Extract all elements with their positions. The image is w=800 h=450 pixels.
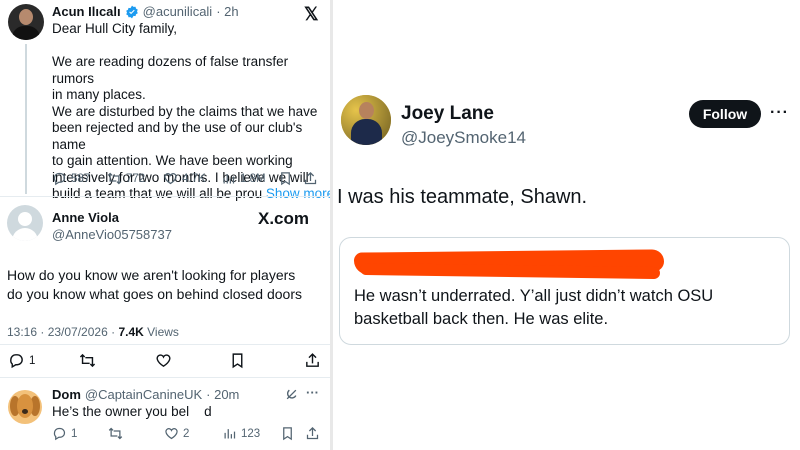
reply-icon bbox=[10, 354, 23, 369]
avatar-anne[interactable] bbox=[7, 205, 43, 241]
reply-button[interactable]: 587 bbox=[52, 171, 90, 186]
repost-button[interactable]: 772 bbox=[107, 171, 145, 186]
tweet-time: · 2h bbox=[216, 4, 239, 19]
bookmark-button[interactable] bbox=[280, 426, 295, 441]
quote-line: basketball back then. He was elite. bbox=[354, 310, 609, 328]
tweet-line: We are reading dozens of false transfer … bbox=[52, 54, 289, 86]
repost-count: 772 bbox=[126, 172, 146, 185]
tweet-line: do you know what goes on behind closed d… bbox=[7, 286, 302, 302]
reply-count: 1 bbox=[29, 354, 36, 367]
author-name[interactable]: Dom bbox=[52, 387, 81, 402]
like-button[interactable]: 4.7K bbox=[163, 171, 206, 186]
bookmark-icon bbox=[283, 427, 292, 441]
views-chart-icon bbox=[224, 429, 236, 439]
verified-icon bbox=[125, 5, 138, 18]
tweet3-header: Dom @CaptainCanineUK · 20m bbox=[52, 387, 239, 402]
divider bbox=[0, 196, 330, 197]
heart-icon bbox=[156, 354, 171, 368]
share-icon bbox=[306, 353, 319, 367]
tweet-line: in many places. bbox=[52, 87, 146, 102]
tweet-line: been rejected and by the use of our club… bbox=[52, 120, 303, 152]
bookmark-icon bbox=[281, 172, 290, 186]
share-icon bbox=[306, 426, 319, 440]
reply-count: 1 bbox=[71, 427, 78, 440]
right-screenshot: Joey Lane @JoeySmoke14 Follow ··· I was … bbox=[333, 0, 800, 450]
author-name[interactable]: Acun Ilıcalı bbox=[52, 4, 121, 19]
tweet-date: 13:16 · 23/07/2026 · bbox=[7, 325, 116, 339]
follow-button[interactable]: Follow bbox=[689, 100, 761, 128]
tweet-line-text: build a team that we will all be prou bbox=[52, 186, 263, 201]
share-button[interactable] bbox=[304, 352, 321, 369]
like-button[interactable] bbox=[155, 352, 172, 369]
grok-icon[interactable] bbox=[285, 388, 298, 401]
reply-count: 587 bbox=[71, 172, 91, 185]
avatar-joey[interactable] bbox=[341, 95, 391, 145]
views-count: 123 bbox=[241, 427, 261, 440]
author-handle[interactable]: @AnneVio05758737 bbox=[52, 227, 172, 242]
tweet-line: How do you know we aren't looking for pl… bbox=[7, 267, 296, 283]
tweet-text: I was his teammate, Shawn. bbox=[337, 186, 588, 208]
repost-button[interactable] bbox=[79, 352, 96, 369]
tweet-time: · 20m bbox=[206, 387, 240, 402]
share-button[interactable] bbox=[305, 426, 320, 441]
divider bbox=[0, 377, 330, 378]
tweet1-header: Acun Ilıcalı @acunilicali · 2h bbox=[52, 4, 239, 19]
reply-icon bbox=[53, 172, 66, 186]
tweet-line: We are disturbed by the claims that we h… bbox=[52, 103, 318, 119]
left-screenshot: Acun Ilıcalı @acunilicali · 2h 𝕏 Dear Hu… bbox=[0, 0, 334, 450]
bookmark-button[interactable] bbox=[229, 352, 246, 369]
avatar-dom[interactable] bbox=[8, 390, 42, 424]
repost-button[interactable] bbox=[108, 426, 123, 441]
tweet2-header: Anne Viola @AnneVio05758737 bbox=[52, 210, 172, 242]
like-count: 4.7K bbox=[182, 172, 206, 185]
repost-icon bbox=[79, 353, 96, 368]
tweet-line: build a team that we will all be prou Sh… bbox=[52, 186, 334, 203]
divider bbox=[0, 344, 330, 345]
views-count: 1.8M bbox=[240, 172, 266, 185]
views-chart-icon bbox=[223, 174, 235, 184]
heart-icon bbox=[165, 428, 178, 440]
author-handle[interactable]: @acunilicali bbox=[143, 4, 213, 19]
views-count: 7.4K bbox=[118, 325, 144, 339]
author-name[interactable]: Anne Viola bbox=[52, 210, 172, 225]
like-button[interactable]: 2 bbox=[164, 426, 189, 441]
quoted-tweet-body: He wasn’t underrated. Y’all just didn’t … bbox=[354, 285, 713, 331]
views-button[interactable]: 1.8M bbox=[221, 171, 266, 186]
avatar-acun[interactable] bbox=[8, 4, 44, 40]
share-icon bbox=[304, 171, 317, 185]
tweet-timestamp: 13:16 · 23/07/2026 · 7.4K Views bbox=[7, 325, 179, 339]
tweet-line: to gain attention. We have been working bbox=[52, 153, 293, 168]
quote-line: He wasn’t underrated. Y’all just didn’t … bbox=[354, 287, 714, 305]
reply-button[interactable]: 1 bbox=[52, 426, 77, 441]
quoted-tweet[interactable]: He wasn’t underrated. Y’all just didn’t … bbox=[339, 237, 790, 345]
reply-button[interactable]: 1 bbox=[8, 352, 35, 369]
tweet3-body: He’s the owner you bel d bbox=[52, 404, 212, 419]
show-more-link[interactable]: Show more bbox=[266, 186, 334, 201]
reply-icon bbox=[53, 427, 66, 441]
views-label: Views bbox=[147, 325, 179, 339]
views-button[interactable]: 123 bbox=[222, 426, 260, 441]
more-icon[interactable]: ··· bbox=[306, 385, 319, 400]
like-count: 2 bbox=[183, 427, 190, 440]
tweet-line: Dear Hull City family, bbox=[52, 21, 178, 36]
xcom-watermark: X.com bbox=[258, 209, 310, 228]
repost-icon bbox=[107, 172, 122, 185]
share-button[interactable] bbox=[303, 171, 318, 186]
author-name[interactable]: Joey Lane bbox=[401, 103, 494, 125]
bookmark-button[interactable] bbox=[278, 171, 293, 186]
bookmark-icon bbox=[232, 353, 243, 369]
more-icon[interactable]: ··· bbox=[770, 104, 789, 122]
tweet-line bbox=[52, 38, 327, 55]
tweet2-body: How do you know we aren't looking for pl… bbox=[7, 266, 327, 304]
thread-line bbox=[25, 44, 27, 194]
heart-icon bbox=[164, 173, 177, 185]
repost-icon bbox=[108, 427, 123, 440]
author-handle[interactable]: @JoeySmoke14 bbox=[401, 128, 526, 148]
author-handle[interactable]: @CaptainCanineUK bbox=[85, 387, 202, 402]
